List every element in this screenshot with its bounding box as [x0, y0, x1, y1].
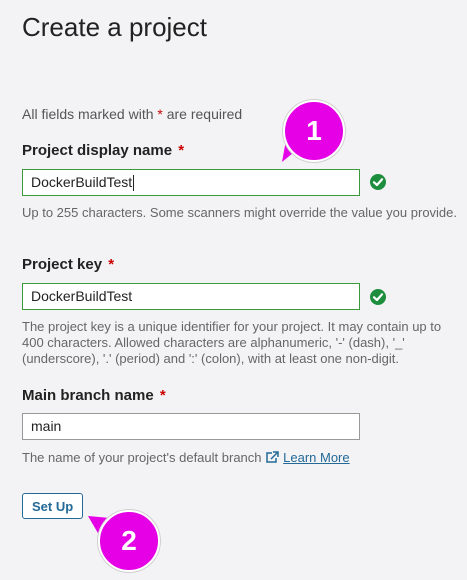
- main-branch-label: Main branch name *: [22, 387, 166, 404]
- main-branch-help: The name of your project's default branc…: [22, 450, 462, 468]
- main-branch-value: main: [31, 418, 62, 434]
- project-key-label: Project key *: [22, 256, 114, 273]
- project-key-help: The project key is a unique identifier f…: [22, 319, 442, 366]
- text-caret: [133, 175, 135, 192]
- main-branch-required-star: *: [159, 387, 166, 404]
- display-name-help: Up to 255 characters. Some scanners migh…: [22, 205, 458, 220]
- display-name-value: DockerBuildTest: [31, 174, 133, 190]
- display-name-label-text: Project display name: [22, 142, 173, 159]
- project-key-label-text: Project key: [22, 256, 103, 273]
- display-name-required-star: *: [178, 142, 185, 159]
- project-key-required-star: *: [108, 256, 115, 273]
- page-title: Create a project: [22, 12, 207, 42]
- main-branch-input[interactable]: main: [22, 413, 360, 440]
- project-key-input[interactable]: DockerBuildTest: [22, 283, 360, 310]
- display-name-input[interactable]: DockerBuildTest: [22, 169, 360, 196]
- external-link-icon: [265, 451, 280, 468]
- set-up-button[interactable]: Set Up: [22, 493, 84, 519]
- required-note-prefix: All fields marked with: [22, 106, 158, 122]
- required-note-suffix: are required: [162, 106, 243, 122]
- callout-2: 2: [98, 510, 160, 572]
- main-branch-help-text: The name of your project's default branc…: [22, 450, 262, 465]
- required-fields-note: All fields marked with * are required: [22, 106, 242, 122]
- callout-1: 1: [283, 100, 345, 162]
- main-branch-label-text: Main branch name: [22, 387, 154, 404]
- project-key-valid-icon: [370, 289, 386, 305]
- display-name-valid-icon: [370, 174, 386, 190]
- project-key-value: DockerBuildTest: [31, 288, 133, 304]
- display-name-label: Project display name *: [22, 142, 184, 159]
- learn-more-link[interactable]: Learn More: [283, 450, 349, 465]
